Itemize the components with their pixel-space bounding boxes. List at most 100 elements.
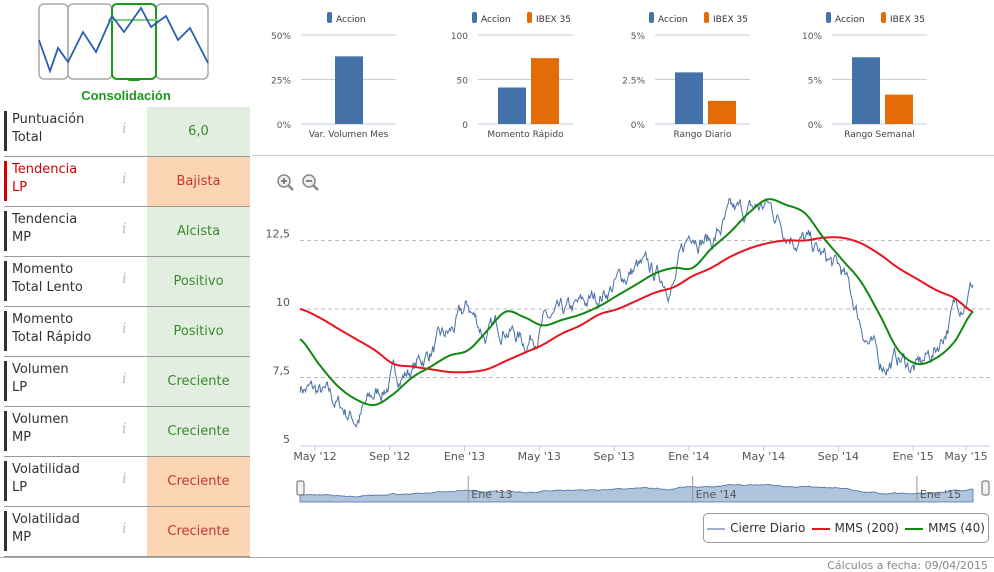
info-icon[interactable]: i [122, 521, 126, 537]
indicator-label: Momento Total Rápido [4, 311, 117, 351]
navigator-handle-right[interactable] [981, 480, 990, 496]
legend-label: MMS (200) [834, 521, 899, 535]
legend-text: IBEX 35 [713, 15, 748, 25]
navigator-tick-label: Ene '15 [920, 488, 961, 501]
indicator-label: Volumen MP [4, 411, 117, 451]
y-tick-label: 0% [277, 121, 292, 131]
y-tick-label: 5% [631, 32, 646, 42]
info-icon[interactable]: i [122, 371, 126, 387]
y-tick-label: 2.5% [622, 77, 645, 87]
indicator-value: Creciente [147, 507, 250, 556]
series-mms40[interactable] [299, 198, 974, 407]
chart-legend: Cierre Diario MMS (200) MMS (40) [703, 513, 989, 543]
x-tick-label: Ene '14 [668, 450, 709, 463]
y-tick-label: 50 [457, 77, 469, 87]
indicator-row: Volumen LP i Creciente [4, 357, 250, 407]
indicator-row: Puntuación Total i 6,0 [4, 107, 250, 157]
legend-item-mms40[interactable]: MMS (40) [905, 521, 985, 535]
legend-text: Accion [658, 15, 688, 25]
legend-item-cierre[interactable]: Cierre Diario [707, 521, 805, 535]
y-tick-label: 25% [271, 77, 291, 87]
bar[interactable] [675, 72, 703, 124]
navigator-tick-label: Ene '13 [471, 488, 512, 501]
legend-item-mms200[interactable]: MMS (200) [811, 521, 899, 535]
indicator-value: Positivo [147, 307, 250, 356]
indicator-value: Positivo [147, 257, 250, 306]
series-mms200[interactable] [299, 236, 974, 374]
info-icon[interactable]: i [122, 421, 126, 437]
legend-swatch [649, 12, 654, 23]
divider [252, 155, 994, 156]
x-tick-label: May '12 [293, 450, 336, 463]
y-tick-label: 7,5 [273, 365, 291, 378]
bar[interactable] [708, 100, 736, 124]
y-tick-label: 5 [283, 433, 290, 446]
y-tick-label: 10 [276, 296, 290, 309]
navigator-tick-label: Ene '14 [696, 488, 737, 501]
price-chart[interactable]: 5 7,5 10 12,5 May '12 Sep '12 Ene '13 May '13 Se… [252, 160, 994, 510]
x-tick-label: Sep '13 [593, 450, 634, 463]
indicator-value: Creciente [147, 357, 250, 406]
bar[interactable] [498, 87, 526, 124]
x-tick-label: May '14 [742, 450, 785, 463]
info-icon[interactable]: i [122, 321, 126, 337]
x-tick-label: Ene '15 [893, 450, 934, 463]
indicator-label: Volatilidad MP [4, 511, 117, 551]
x-tick-label: May '13 [518, 450, 561, 463]
legend-text: IBEX 35 [890, 15, 925, 25]
legend-text: Accion [481, 15, 511, 25]
indicator-row: Volatilidad LP i Creciente [4, 457, 250, 507]
x-tick-label: May '15 [944, 450, 987, 463]
bar-chart-1: Accion IBEX 35 0 50 100 Momento Rápido [451, 12, 573, 140]
x-axis-label: Rango Semanal [844, 130, 915, 140]
x-axis-label: Momento Rápido [487, 130, 564, 140]
info-icon[interactable]: i [122, 221, 126, 237]
bar[interactable] [885, 94, 913, 124]
x-axis-label: Var. Volumen Mes [309, 130, 389, 140]
x-tick-label: Sep '12 [369, 450, 410, 463]
indicator-row: Volumen MP i Creciente [4, 407, 250, 457]
bar[interactable] [852, 57, 880, 124]
legend-swatch [881, 12, 886, 23]
y-tick-label: 0% [808, 121, 823, 131]
legend-text: IBEX 35 [536, 15, 571, 25]
x-tick-label: Sep '14 [818, 450, 859, 463]
info-icon[interactable]: i [122, 471, 126, 487]
indicator-label: Volatilidad LP [4, 461, 117, 501]
indicator-row: Tendencia LP i Bajista [4, 157, 250, 207]
indicator-label: Puntuación Total [4, 111, 117, 151]
indicator-value: Alcista [147, 207, 250, 256]
indicator-label: Volumen LP [4, 361, 117, 401]
y-tick-label: 12,5 [266, 228, 291, 241]
legend-label: MMS (40) [928, 521, 985, 535]
indicator-value: Creciente [147, 457, 250, 506]
bar-chart-3: Accion IBEX 35 0% 5% 10% Rango Semanal [802, 12, 927, 140]
legend-swatch [472, 12, 477, 23]
info-icon[interactable]: i [122, 271, 126, 287]
pattern-diagram [38, 3, 209, 81]
x-axis-label: Rango Diario [673, 130, 732, 140]
indicator-row: Momento Total Rápido i Positivo [4, 307, 250, 357]
legend-swatch [327, 12, 332, 23]
y-tick-label: 0 [462, 121, 468, 131]
indicator-row: Tendencia MP i Alcista [4, 207, 250, 257]
legend-label: Cierre Diario [730, 521, 806, 535]
bar[interactable] [531, 58, 559, 124]
navigator-handle-left[interactable] [296, 480, 305, 496]
legend-text: Accion [835, 15, 865, 25]
legend-swatch [826, 12, 831, 23]
pattern-label: Consolidación [81, 88, 171, 103]
bar-chart-2: Accion IBEX 35 0% 2.5% 5% Rango Diario [622, 12, 750, 140]
indicator-label: Momento Total Lento [4, 261, 117, 301]
indicator-value: Creciente [147, 407, 250, 456]
info-icon[interactable]: i [122, 121, 126, 137]
indicator-row: Volatilidad MP i Creciente [4, 507, 250, 557]
series-cierre-diario[interactable] [299, 197, 974, 429]
x-tick-label: Ene '13 [444, 450, 485, 463]
y-tick-label: 5% [808, 77, 823, 87]
indicator-label: Tendencia MP [4, 211, 117, 251]
indicator-label: Tendencia LP [4, 161, 117, 201]
bar[interactable] [335, 56, 363, 124]
info-icon[interactable]: i [122, 171, 126, 187]
y-tick-label: 10% [802, 32, 822, 42]
